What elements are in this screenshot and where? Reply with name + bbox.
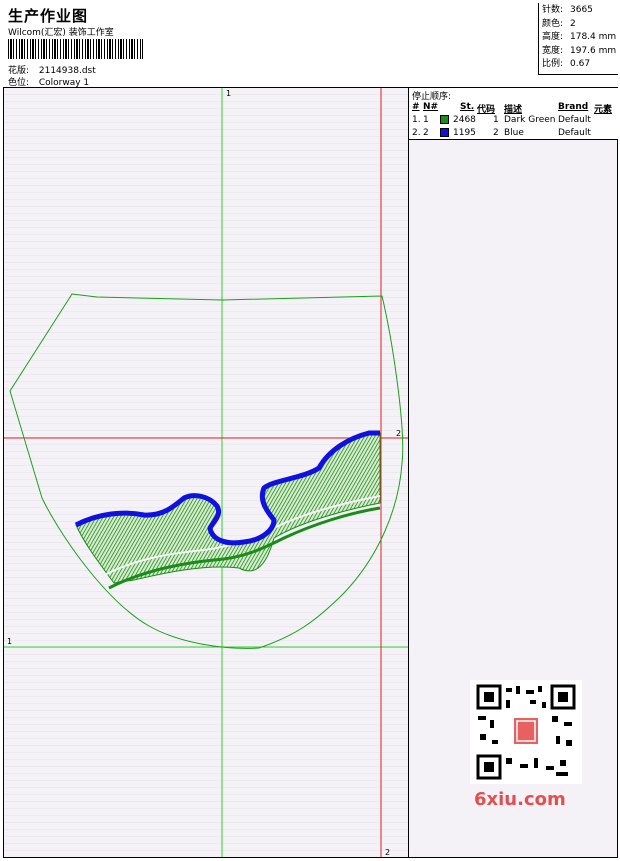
col-element: 元素: [594, 105, 613, 115]
col-num: #: [412, 102, 420, 112]
stat-height: 高度: 178.4 mm: [542, 32, 617, 42]
stat-width: 宽度: 197.6 mm: [542, 45, 617, 56]
color-swatch-green: [440, 115, 449, 124]
stop-sequence-table: 停止顺序: # N# St. 代码 描述 Brand 元素 1. 1 2468 …: [409, 88, 618, 140]
sheet-header: 生产作业图 Wilcom(汇宏) 装饰工作室 花版: 2114938.dst 色…: [3, 3, 618, 88]
table-row: 1. 1 2468 1 Dark Green Default: [412, 115, 591, 125]
stat-colors: 颜色: 2: [542, 18, 576, 29]
colorway-label: 色位:: [8, 78, 30, 88]
guide-label-h2: 2: [396, 429, 401, 438]
page-title: 生产作业图: [8, 7, 89, 25]
design-canvas: 1 1 2 2: [4, 88, 408, 857]
stat-stitches: 针数: 3665: [542, 5, 593, 15]
color-swatch-blue: [440, 128, 449, 137]
barcode: [8, 39, 143, 59]
qr-code: [470, 680, 582, 784]
table-row: 2. 2 1195 2 Blue Default: [412, 128, 591, 138]
col-n: N#: [423, 102, 439, 112]
production-sheet: 生产作业图 Wilcom(汇宏) 装饰工作室 花版: 2114938.dst 色…: [0, 0, 620, 861]
watermark-logo: 6xiu.com: [474, 789, 566, 810]
stop-sequence-title: 停止顺序:: [412, 92, 452, 102]
stat-scale: 比例: 0.67: [542, 59, 591, 69]
col-brand: Brand: [558, 102, 589, 112]
colorway-value: Colorway 1: [38, 78, 90, 88]
guide-label-v1: 1: [226, 89, 231, 98]
company-name: Wilcom(汇宏) 装饰工作室: [8, 28, 114, 38]
col-st: St.: [460, 102, 475, 112]
guide-label-h1: 1: [7, 637, 12, 646]
colorway-row: 色位: Colorway 1: [8, 75, 89, 88]
embroidery-preview: 1 1 2 2: [4, 88, 408, 857]
col-code: 代码: [477, 105, 496, 115]
green-fill-area: [75, 432, 381, 584]
col-desc: 描述: [504, 105, 523, 115]
guide-label-v2: 2: [385, 848, 390, 857]
stats-panel: 针数: 3665 颜色: 2 高度: 178.4 mm 宽度: 197.6 mm 比例:…: [538, 3, 618, 75]
